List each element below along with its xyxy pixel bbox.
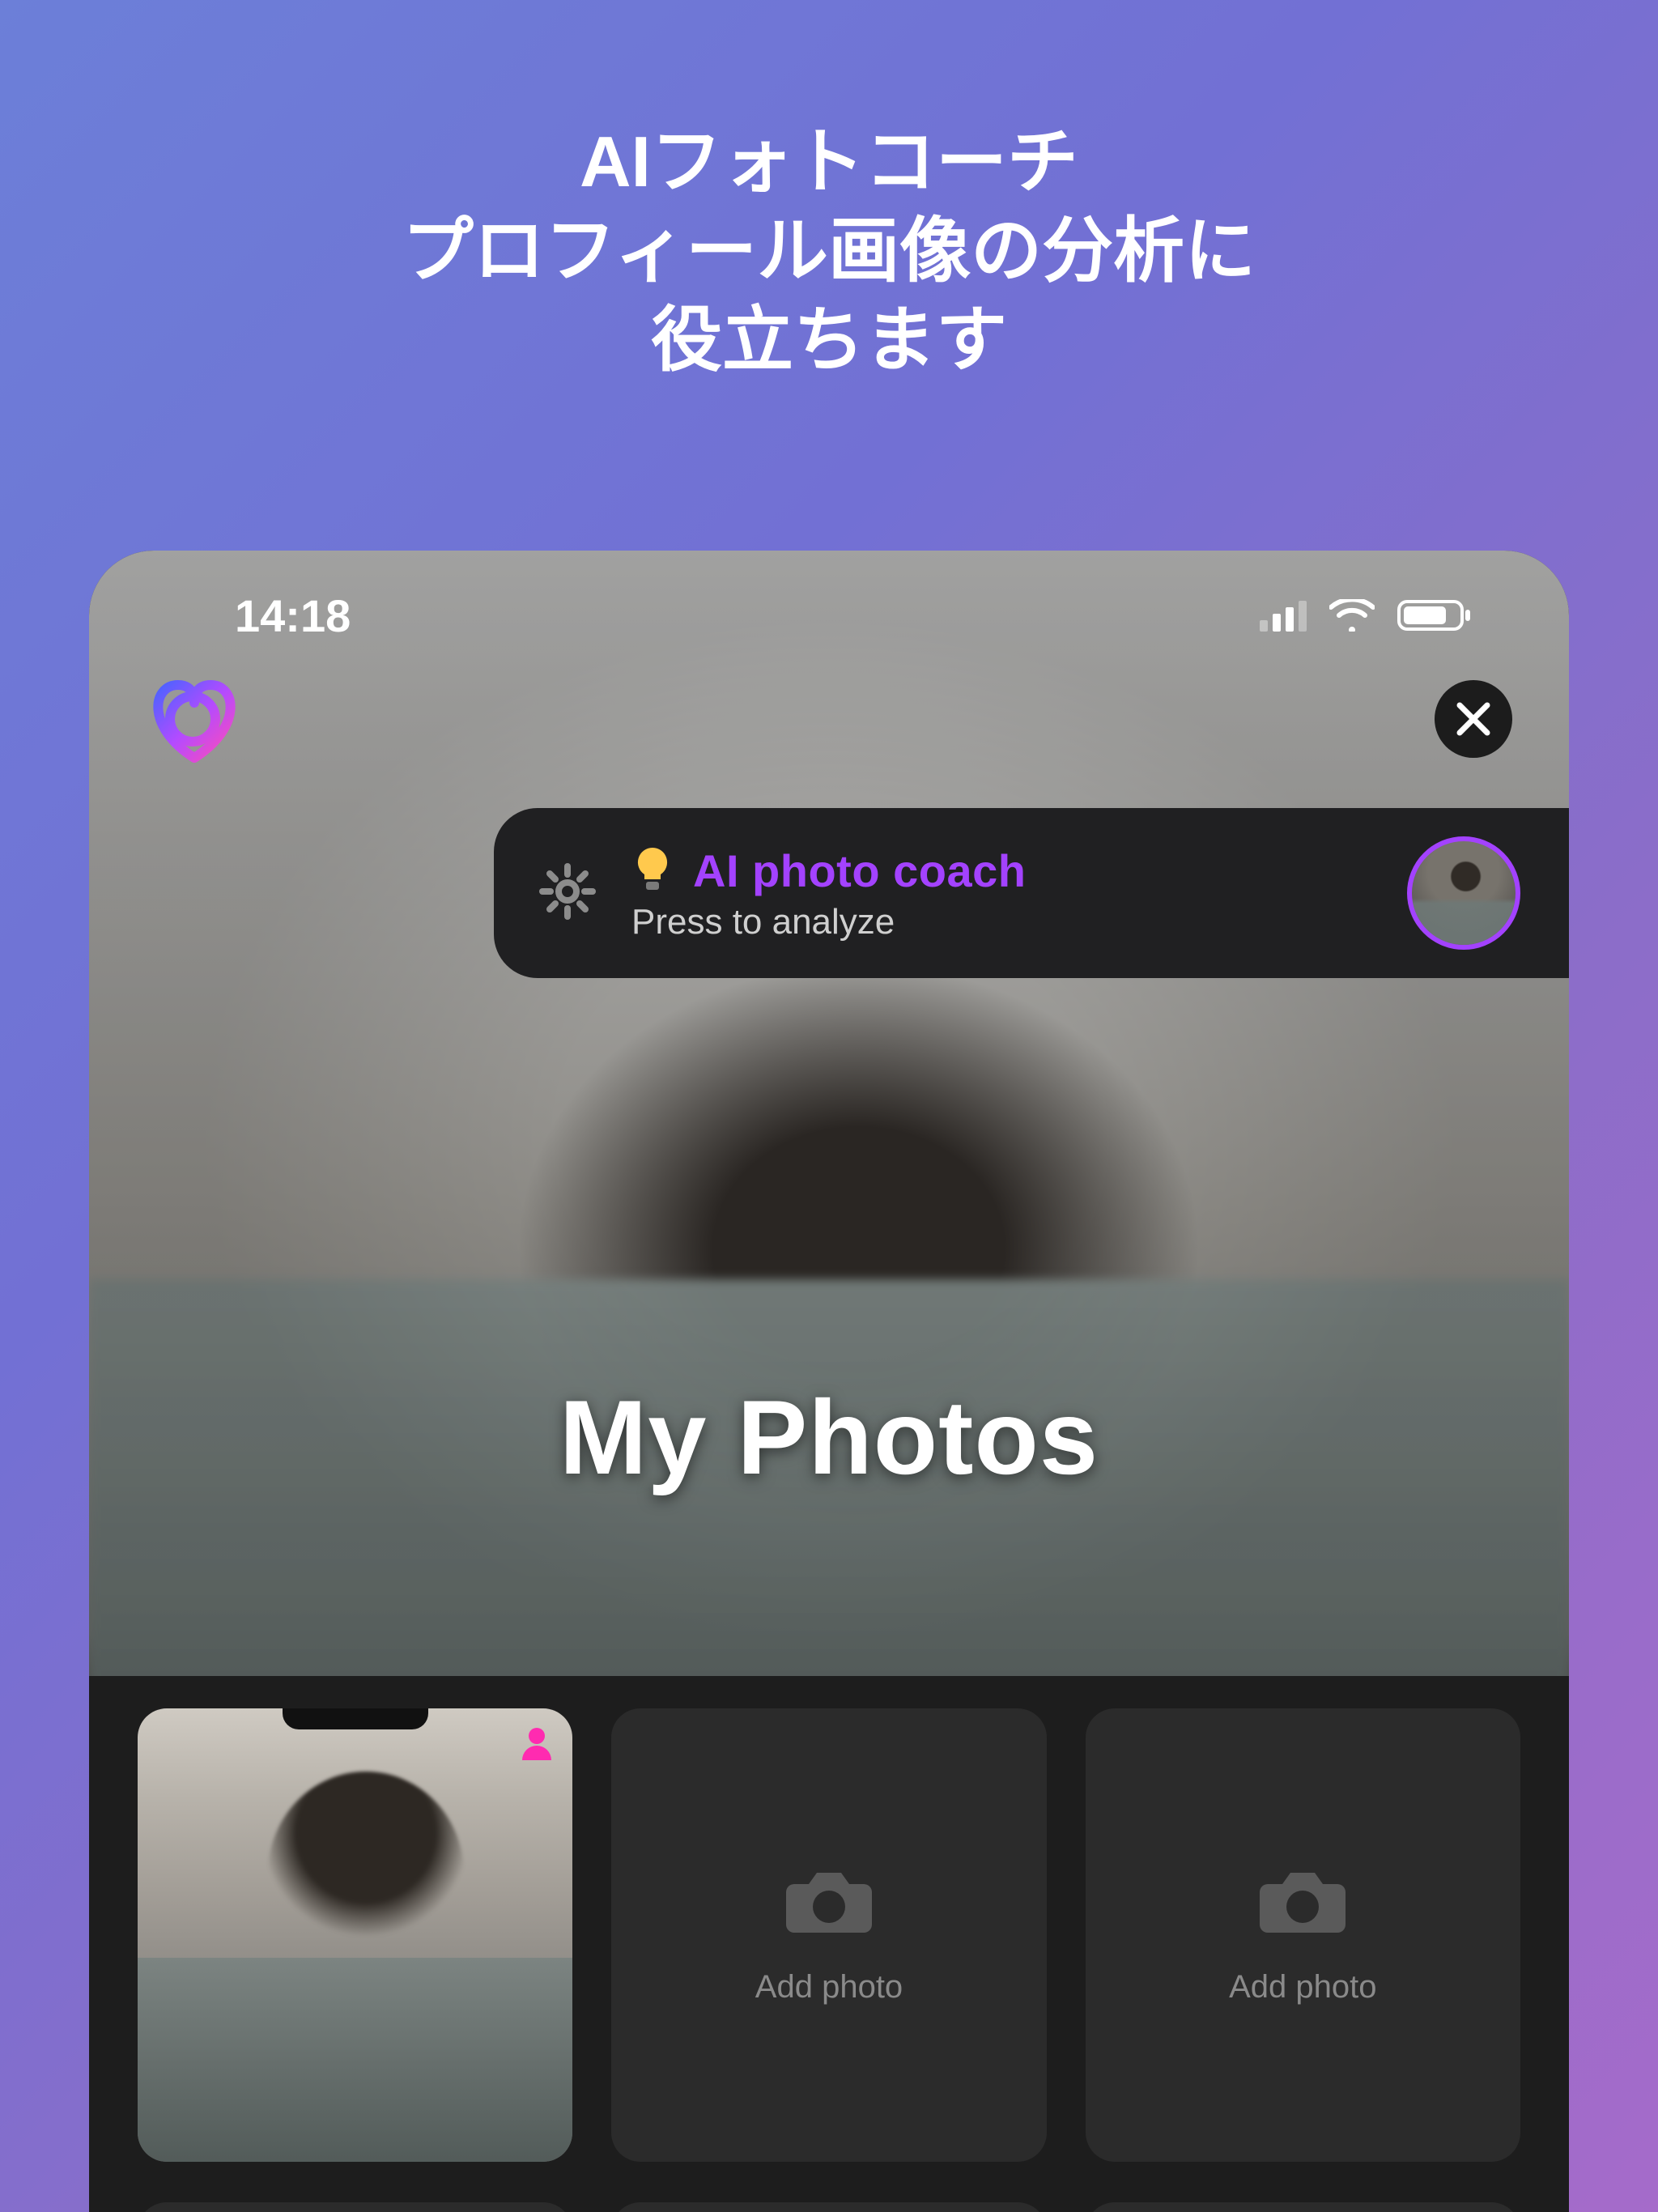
promo-headline: AIフォトコーチ プロフィール画像の分析に 役立ちます — [0, 117, 1658, 385]
page-title: My Photos — [89, 1376, 1569, 1498]
battery-icon — [1397, 598, 1472, 632]
promo-line-2: プロフィール画像の分析に — [0, 206, 1658, 296]
photo-row: Add photo Add photo — [138, 1708, 1520, 2162]
cellular-signal-icon — [1260, 599, 1307, 632]
close-icon — [1453, 699, 1494, 739]
add-photo-tile[interactable] — [611, 2202, 1046, 2212]
status-indicators — [1260, 598, 1472, 632]
app-header — [89, 670, 1569, 768]
promo-line-1: AIフォトコーチ — [0, 117, 1658, 206]
add-photo-tile[interactable]: Add photo — [611, 1708, 1046, 2162]
add-photo-tile[interactable]: Add photo — [1086, 1708, 1520, 2162]
camera-icon — [1258, 1865, 1347, 1942]
add-photo-tile[interactable] — [1086, 2202, 1520, 2212]
wifi-icon — [1329, 599, 1375, 632]
promo-line-3: 役立ちます — [0, 296, 1658, 385]
status-time: 14:18 — [235, 589, 351, 642]
add-photo-tile[interactable] — [138, 2202, 572, 2212]
gear-icon[interactable] — [539, 863, 596, 924]
ai-coach-banner[interactable]: AI photo coach Press to analyze — [494, 808, 1569, 978]
status-bar: 14:18 — [89, 583, 1569, 648]
ai-coach-text: AI photo coach Press to analyze — [631, 844, 1026, 942]
close-button[interactable] — [1435, 680, 1512, 758]
person-icon — [519, 1725, 555, 1764]
thumbnail-notch — [283, 1708, 428, 1729]
add-photo-label: Add photo — [755, 1969, 903, 2006]
ai-coach-subtitle: Press to analyze — [631, 902, 1026, 942]
camera-icon — [784, 1865, 874, 1942]
photo-thumbnail-1[interactable] — [138, 1708, 572, 2162]
photo-row-2 — [138, 2202, 1520, 2212]
device-frame: 14:18 — [89, 551, 1569, 2212]
app-logo-icon[interactable] — [138, 670, 251, 768]
ai-coach-title: AI photo coach — [693, 844, 1026, 897]
lightbulb-icon — [631, 844, 674, 897]
add-photo-label: Add photo — [1229, 1969, 1376, 2006]
ai-coach-avatar[interactable] — [1407, 836, 1520, 950]
